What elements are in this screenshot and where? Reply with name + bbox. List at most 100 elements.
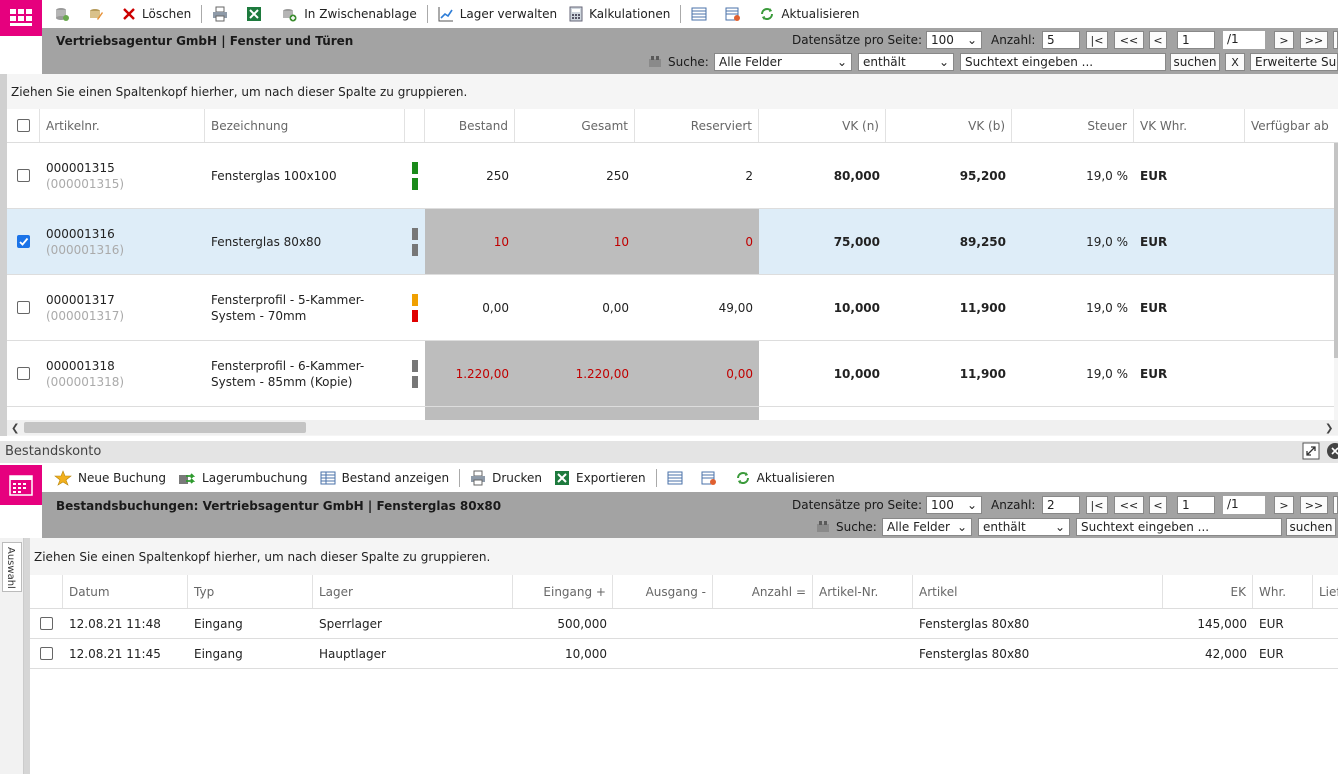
left-splitter[interactable] — [0, 74, 7, 436]
print-button[interactable] — [206, 2, 240, 26]
search-options-icon[interactable] — [648, 55, 662, 69]
row-checkbox[interactable] — [40, 647, 53, 660]
next-page-button[interactable]: > — [1274, 31, 1294, 49]
first-page-button[interactable]: |< — [1086, 31, 1108, 49]
first-page-button[interactable]: |< — [1086, 496, 1108, 514]
vertical-scrollbar-thumb[interactable] — [1334, 143, 1338, 358]
scroll-left-icon[interactable]: ❮ — [11, 423, 19, 434]
col-ausgang[interactable]: Ausgang - — [613, 575, 713, 608]
table-row-partial[interactable] — [7, 407, 1334, 420]
col-vk-whr[interactable]: VK Whr. — [1134, 109, 1245, 142]
col-reserviert[interactable]: Reserviert — [635, 109, 759, 142]
export-button[interactable]: Exportieren — [548, 466, 652, 490]
print-bookings-button[interactable]: Drucken — [464, 466, 548, 490]
clear-search-button[interactable]: X — [1225, 53, 1245, 71]
table-row[interactable]: 000001315 (000001315) Fensterglas 100x10… — [7, 143, 1334, 209]
select-all-checkbox[interactable] — [16, 119, 30, 132]
new-booking-button[interactable]: Neue Buchung — [42, 466, 172, 490]
table-settings-button[interactable] — [695, 466, 729, 490]
table-row[interactable]: 000001317 (000001317) Fensterprofil - 5-… — [7, 275, 1334, 341]
vk-whr-cell: EUR — [1140, 234, 1168, 249]
refresh-icon — [761, 8, 774, 20]
table-row[interactable]: 12.08.21 11:45 Eingang Hauptlager 10,000… — [30, 639, 1338, 669]
search-operator-select[interactable]: enthält ⌄ — [978, 518, 1070, 536]
next-page-button[interactable]: > — [1274, 496, 1294, 514]
col-vk-b[interactable]: VK (b) — [886, 109, 1012, 142]
page-number-input[interactable]: 1 — [1177, 496, 1215, 514]
columns-button[interactable] — [661, 466, 695, 490]
search-options-icon[interactable] — [816, 520, 830, 534]
search-operator-select[interactable]: enthält ⌄ — [858, 53, 954, 71]
col-artikelnr[interactable]: Artikelnr. — [40, 109, 205, 142]
next-block-button[interactable]: >> — [1300, 496, 1328, 514]
search-field-select[interactable]: Alle Felder ⌄ — [882, 518, 972, 536]
maximize-icon[interactable] — [1302, 442, 1320, 460]
row-checkbox[interactable] — [17, 301, 30, 314]
refresh-button[interactable]: Aktualisieren — [753, 2, 865, 26]
bookings-app-icon[interactable] — [0, 465, 42, 505]
copy-button[interactable] — [42, 2, 82, 26]
col-artikel[interactable]: Artikel — [913, 575, 1163, 608]
col-artikel-nr[interactable]: Artikel-Nr. — [813, 575, 913, 608]
table-row[interactable]: 000001316 (000001316) Fensterglas 80x80 … — [7, 209, 1334, 275]
row-checkbox[interactable] — [40, 617, 53, 630]
col-steuer[interactable]: Steuer — [1012, 109, 1134, 142]
col-anzahl[interactable]: Anzahl = — [713, 575, 813, 608]
scrollbar-thumb[interactable] — [24, 422, 306, 433]
per-page-select[interactable]: 100 ⌄ — [926, 31, 982, 49]
search-operator-value: enthält — [863, 55, 906, 69]
col-gesamt[interactable]: Gesamt — [515, 109, 635, 142]
transfer-button[interactable]: Lagerumbuchung — [172, 466, 314, 490]
last-page-button[interactable] — [1333, 496, 1338, 514]
search-field-select[interactable]: Alle Felder ⌄ — [714, 53, 852, 71]
col-bezeichnung[interactable]: Bezeichnung — [205, 109, 405, 142]
page-number-input[interactable]: 1 — [1177, 31, 1215, 49]
per-page-select[interactable]: 100 ⌄ — [926, 496, 982, 514]
search-button[interactable]: suchen — [1170, 53, 1220, 71]
refresh-bookings-button[interactable]: Aktualisieren — [729, 466, 841, 490]
columns-button[interactable] — [685, 2, 719, 26]
search-button[interactable]: suchen — [1286, 518, 1336, 536]
col-lager[interactable]: Lager — [313, 575, 513, 608]
prev-page-button[interactable]: < — [1149, 496, 1167, 514]
excel-export-button[interactable] — [240, 2, 274, 26]
next-block-button[interactable]: >> — [1300, 31, 1328, 49]
col-lieferant[interactable]: Lief — [1313, 575, 1338, 608]
bezeichnung-line1: Fensterprofil - 5-Kammer- — [211, 292, 365, 307]
search-input[interactable]: Suchtext eingeben ... — [960, 53, 1166, 71]
scroll-right-icon[interactable]: ❯ — [1325, 423, 1333, 434]
row-checkbox[interactable] — [17, 169, 30, 182]
last-page-button[interactable] — [1333, 31, 1338, 49]
side-tab-auswahl[interactable]: Auswahl — [2, 542, 22, 592]
row-checkbox[interactable] — [17, 235, 30, 248]
col-whr[interactable]: Whr. — [1253, 575, 1313, 608]
col-status[interactable] — [405, 109, 425, 142]
table-row[interactable]: 12.08.21 11:48 Eingang Sperrlager 500,00… — [30, 609, 1338, 639]
edit-button[interactable] — [82, 2, 116, 26]
show-stock-button[interactable]: Bestand anzeigen — [314, 466, 456, 490]
table-settings-button[interactable] — [719, 2, 753, 26]
row-checkbox[interactable] — [17, 367, 30, 380]
manage-stock-button[interactable]: Lager verwalten — [432, 2, 563, 26]
top-toolbar: Löschen In Zwischenablage Lager verwalte… — [42, 0, 1338, 28]
col-vk-n[interactable]: VK (n) — [759, 109, 886, 142]
delete-button[interactable]: Löschen — [116, 2, 197, 26]
prev-block-button[interactable]: << — [1114, 31, 1144, 49]
prev-block-button[interactable]: << — [1114, 496, 1144, 514]
col-verfuegbar[interactable]: Verfügbar ab — [1245, 109, 1338, 142]
app-logo-icon[interactable] — [0, 0, 42, 36]
col-datum[interactable]: Datum — [63, 575, 188, 608]
table-row[interactable]: 000001318 (000001318) Fensterprofil - 6-… — [7, 341, 1334, 407]
col-bestand[interactable]: Bestand — [425, 109, 515, 142]
prev-page-button[interactable]: < — [1149, 31, 1167, 49]
stock-indicator-top — [412, 162, 418, 174]
clipboard-button[interactable]: In Zwischenablage — [274, 2, 422, 26]
search-input[interactable]: Suchtext eingeben ... — [1076, 518, 1282, 536]
col-ek[interactable]: EK — [1163, 575, 1253, 608]
horizontal-scrollbar[interactable]: ❮ ❯ — [7, 420, 1338, 435]
col-typ[interactable]: Typ — [188, 575, 313, 608]
advanced-search-button[interactable]: Erweiterte Suc — [1250, 53, 1338, 71]
col-eingang[interactable]: Eingang + — [513, 575, 613, 608]
calculations-button[interactable]: Kalkulationen — [563, 2, 676, 26]
close-panel-icon[interactable] — [1326, 442, 1338, 460]
